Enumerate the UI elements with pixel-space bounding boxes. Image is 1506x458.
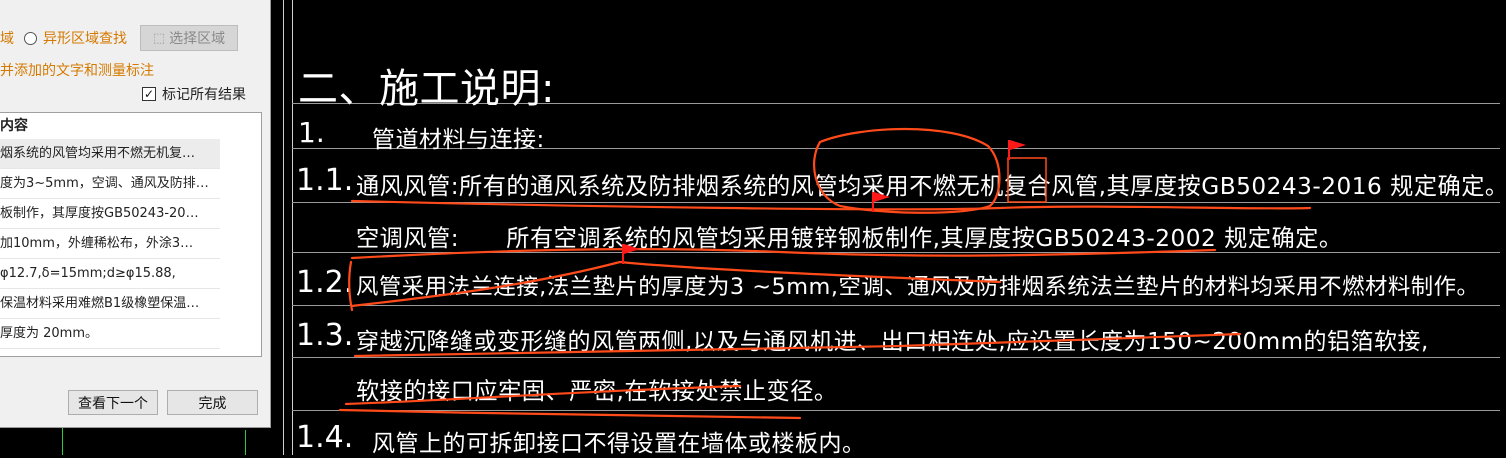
- select-area-label: 选择区域: [169, 31, 226, 47]
- checkbox-icon[interactable]: ✓: [142, 87, 156, 101]
- irregular-area-label[interactable]: 异形区域查找: [43, 28, 127, 48]
- item-text: 风管上的可拆卸接口不得设置在墙体或楼板内。: [372, 431, 866, 457]
- section-title: 管道材料与连接:: [372, 127, 545, 153]
- flag-marker-icon: [1008, 140, 1026, 160]
- drawing-frame-line: [245, 430, 246, 455]
- find-next-button[interactable]: 查看下一个: [68, 390, 158, 415]
- search-mode-partial-label: 域: [0, 31, 14, 47]
- item-number: 1.4.: [296, 420, 354, 455]
- results-list[interactable]: 内容 烟系统的风管均采用不燃无机复… 度为3~5mm，空调、通风及防排… 板制作…: [0, 112, 262, 357]
- item-text: 软接的接口应牢固、严密,在软接处禁止变径。: [356, 378, 838, 405]
- item-text: 穿越沉降缝或变形缝的风管两侧,以及与通风机进、出口相连处,应设置长度为150~2…: [356, 329, 1429, 355]
- item-text: 通风风管:所有的通风系统及防排烟系统的风管均采用不燃无机复合风管,其厚度按GB5…: [356, 173, 1506, 200]
- result-row[interactable]: 度为3~5mm，空调、通风及防排…: [0, 169, 220, 199]
- item-number: 1.2.: [296, 265, 354, 300]
- mark-all-results-checkbox[interactable]: ✓ 标记所有结果: [142, 84, 246, 104]
- drawing-heading: 二、施工说明:: [298, 66, 555, 112]
- drawing-frame-line: [292, 0, 293, 455]
- result-row[interactable]: 厚度为 20mm。: [0, 319, 220, 349]
- ignore-annotations-note: 并添加的文字和测量标注: [0, 63, 154, 79]
- result-row[interactable]: 加10mm，外缠稀松布，外涂3…: [0, 229, 220, 259]
- mark-all-label[interactable]: 标记所有结果: [162, 84, 246, 104]
- result-row[interactable]: φ12.7,δ=15mm;d≥φ15.88,: [0, 259, 220, 289]
- result-row[interactable]: 保温材料采用难燃B1级橡塑保温…: [0, 289, 220, 319]
- dashed-select-icon: ⬚: [152, 30, 166, 46]
- result-row[interactable]: 烟系统的风管均采用不燃无机复…: [0, 139, 220, 169]
- section-number: 1.: [298, 116, 325, 149]
- item-text: 风管采用法兰连接,法兰垫片的厚度为3 ~5mm,空调、通风及防排烟系统法兰垫片的…: [356, 274, 1480, 300]
- table-ruling: [292, 410, 1500, 411]
- table-ruling: [292, 305, 1500, 306]
- results-column-header: 内容: [0, 118, 28, 134]
- item-text: 空调风管: 所有空调系统的风管均采用镀锌钢板制作,其厚度按GB50243-200…: [356, 225, 1343, 252]
- drawing-frame-line: [62, 427, 63, 455]
- table-ruling: [292, 202, 1500, 203]
- done-button[interactable]: 完成: [167, 390, 258, 415]
- find-results-dialog: 域 异形区域查找 ⬚ 选择区域 并添加的文字和测量标注 ✓ 标记所有结果 内容 …: [0, 0, 271, 428]
- drawing-frame-line: [283, 0, 284, 455]
- table-ruling: [292, 357, 1500, 358]
- select-area-button[interactable]: ⬚ 选择区域: [140, 25, 238, 51]
- markup-underline: [338, 408, 802, 420]
- item-number: 1.3.: [296, 318, 354, 353]
- search-mode-row: 域 异形区域查找: [0, 26, 127, 50]
- item-number: 1.1.: [296, 163, 354, 198]
- result-row[interactable]: 板制作，其厚度按GB50243-20…: [0, 199, 220, 229]
- irregular-area-radio[interactable]: [24, 31, 37, 45]
